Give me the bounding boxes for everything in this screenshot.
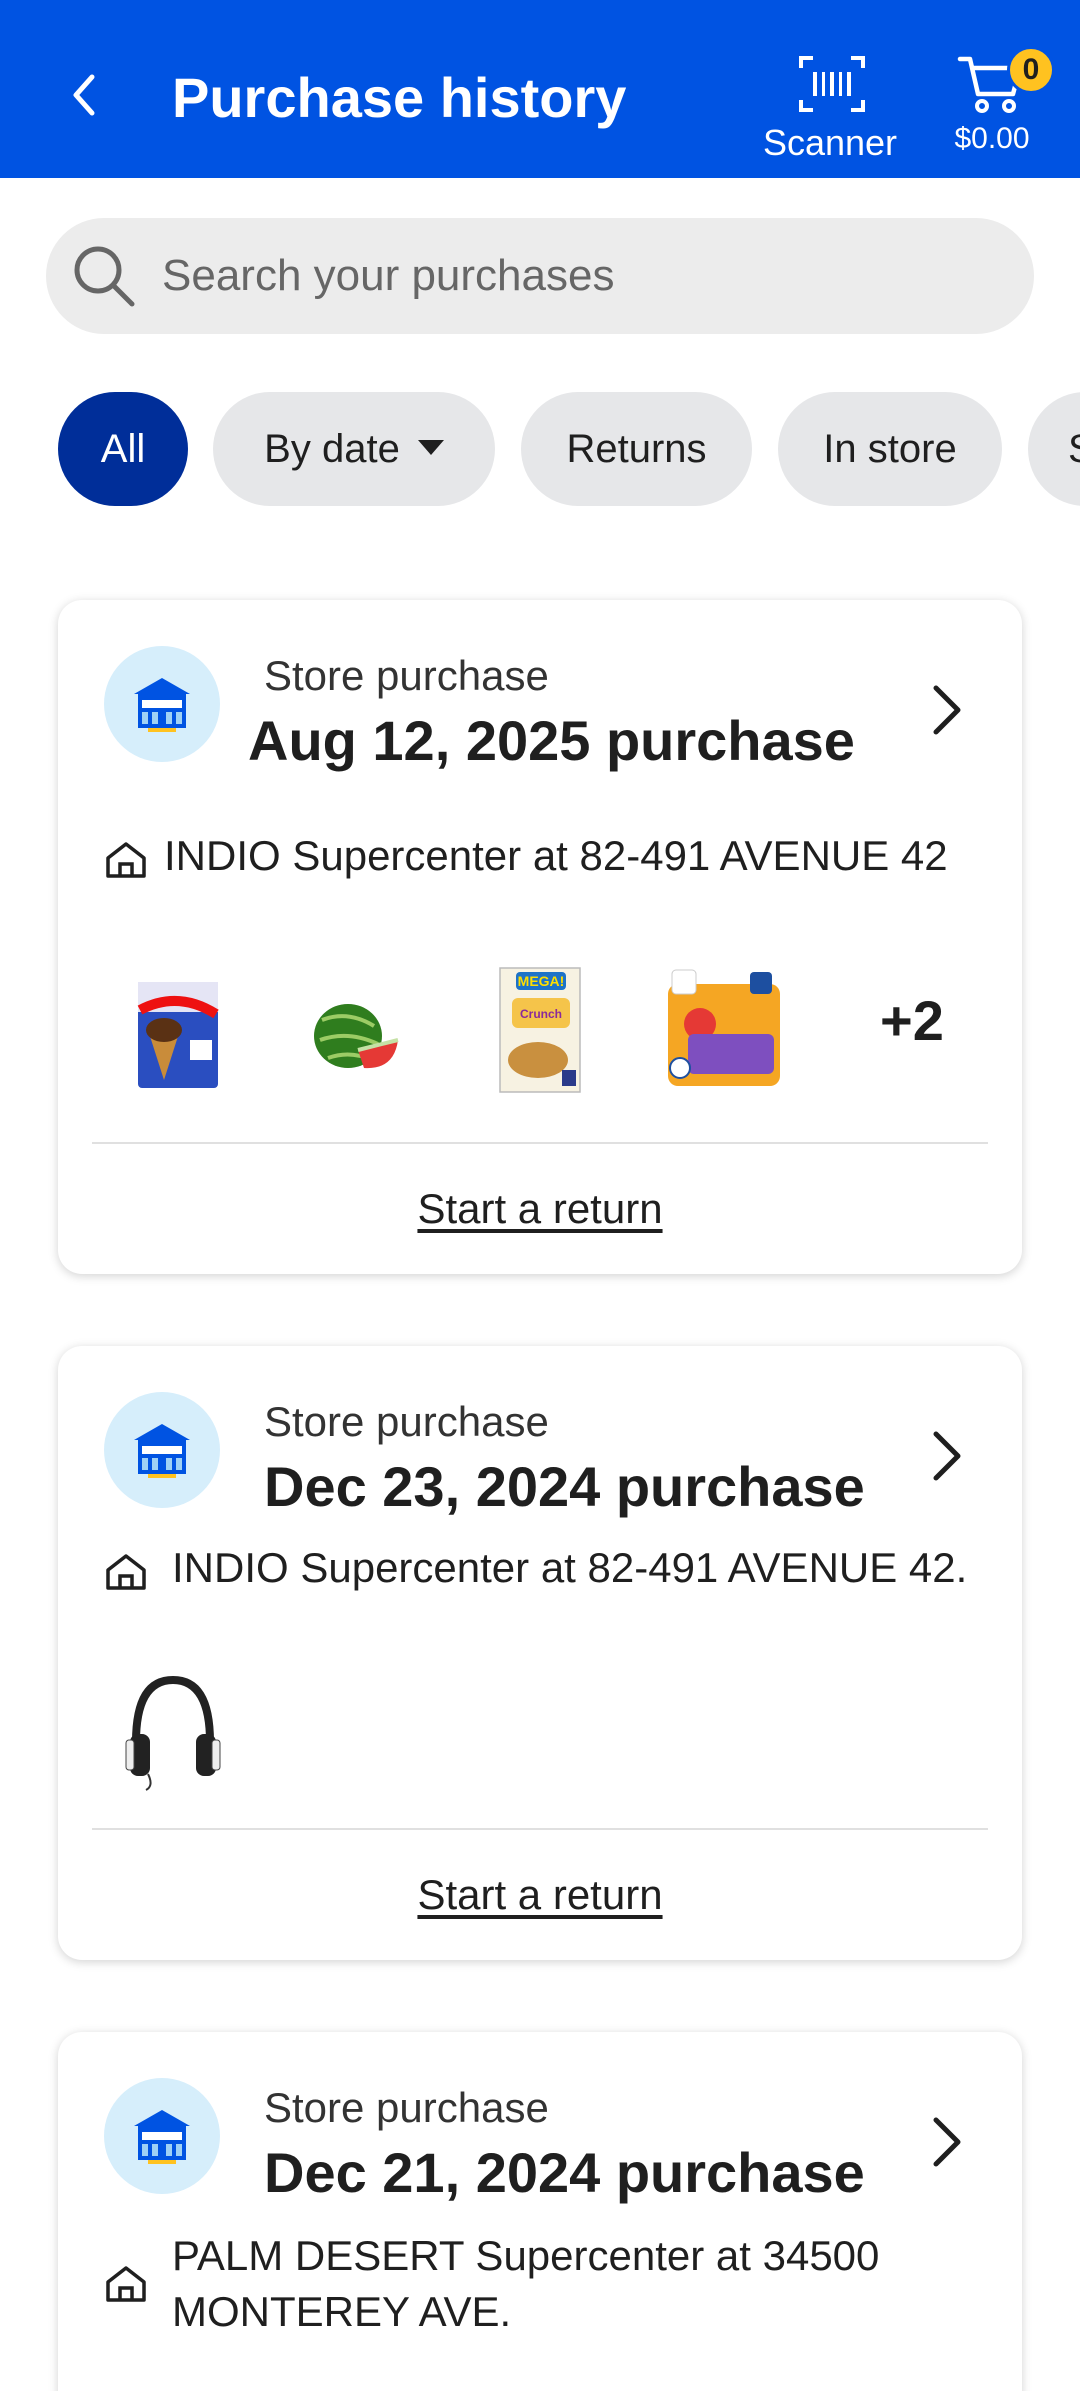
- svg-text:MEGA!: MEGA!: [518, 973, 565, 989]
- product-thumbnail[interactable]: [118, 970, 228, 1100]
- chip-label: Returns: [566, 427, 707, 471]
- purchase-type: Store purchase: [264, 1398, 549, 1445]
- search-bar[interactable]: [46, 218, 1034, 334]
- store-location-text: INDIO Supercenter at 82-491 AVENUE 42.: [172, 1544, 968, 1591]
- barcode-scanner-icon: [799, 56, 865, 112]
- back-button[interactable]: [58, 60, 108, 130]
- walmart-store-icon: [104, 1392, 220, 1508]
- chevron-right-icon: [933, 1431, 961, 1481]
- store-location: PALM DESERT Supercenter at 34500 MONTERE…: [104, 2228, 1014, 2338]
- filter-chip-returns[interactable]: Returns: [521, 392, 752, 506]
- card-divider: [92, 1142, 988, 1144]
- card-divider: [92, 1828, 988, 1830]
- store-location: INDIO Supercenter at 82-491 AVENUE 42: [104, 830, 1004, 882]
- search-icon: [74, 246, 135, 307]
- drumstick-ice-cream-icon: [137, 982, 219, 1088]
- store-location: INDIO Supercenter at 82-491 AVENUE 42.: [104, 1542, 1014, 1594]
- product-thumbnail[interactable]: [118, 1662, 228, 1792]
- watermelon-icon: [314, 1004, 399, 1069]
- purchase-date: Dec 21, 2024 purchase: [264, 2141, 865, 2204]
- filter-chip-all[interactable]: All: [58, 392, 188, 506]
- search-input[interactable]: [162, 240, 1002, 312]
- cart-button[interactable]: 0 $0.00: [945, 44, 1055, 164]
- more-items-count: +2: [880, 989, 944, 1052]
- filter-chips: All By date Returns In store S: [58, 392, 1080, 508]
- store-home-icon: [106, 842, 146, 878]
- cereal-box-icon: MEGA! Crunch: [499, 967, 581, 1093]
- chip-label: S: [1068, 427, 1080, 471]
- product-thumbnail[interactable]: MEGA! Crunch: [490, 964, 590, 1094]
- filter-chip-in-store[interactable]: In store: [778, 392, 1002, 506]
- app-header: Purchase history Scanner 0 $0.00: [0, 0, 1080, 178]
- product-thumbnail[interactable]: [298, 970, 408, 1100]
- headphones-icon: [125, 1675, 221, 1791]
- chip-label: By date: [264, 427, 400, 471]
- purchase-type: Store purchase: [264, 2084, 549, 2131]
- start-return-link[interactable]: Start a return: [58, 1185, 1022, 1233]
- chip-label: All: [100, 427, 146, 471]
- filter-chip-partial[interactable]: S: [1028, 392, 1080, 506]
- chevron-right-icon: [933, 2117, 961, 2167]
- store-home-icon: [106, 2266, 146, 2302]
- purchase-date: Aug 12, 2025 purchase: [248, 709, 855, 772]
- store-location-text: INDIO Supercenter at 82-491 AVENUE 42: [164, 832, 948, 879]
- walmart-store-icon: [104, 2078, 220, 2194]
- purchase-type: Store purchase: [264, 652, 549, 699]
- chevron-right-icon: [933, 685, 961, 735]
- product-thumbnail[interactable]: [658, 964, 788, 1094]
- cart-count-badge: 0: [1007, 46, 1055, 94]
- cart-price: $0.00: [954, 122, 1030, 155]
- laundry-detergent-icon: [668, 969, 780, 1086]
- order-card[interactable]: Store purchase Dec 23, 2024 purchase IND…: [58, 1346, 1022, 1960]
- filter-chip-by-date[interactable]: By date: [213, 392, 495, 506]
- scanner-button[interactable]: Scanner: [760, 50, 900, 170]
- page-title: Purchase history: [172, 66, 627, 129]
- start-return-link[interactable]: Start a return: [58, 1871, 1022, 1919]
- caret-down-icon: [417, 439, 444, 455]
- store-location-text: PALM DESERT Supercenter at 34500 MONTERE…: [172, 2232, 880, 2335]
- chevron-left-icon: [73, 74, 95, 116]
- order-card[interactable]: Store purchase Aug 12, 2025 purchase IND…: [58, 600, 1022, 1274]
- scanner-label: Scanner: [762, 122, 898, 163]
- purchase-date: Dec 23, 2024 purchase: [264, 1455, 865, 1518]
- order-card[interactable]: Store purchase Dec 21, 2024 purchase PAL…: [58, 2032, 1022, 2391]
- store-home-icon: [106, 1554, 146, 1590]
- walmart-store-icon: [104, 646, 220, 762]
- chip-label: In store: [823, 427, 957, 471]
- svg-text:Crunch: Crunch: [520, 1007, 562, 1021]
